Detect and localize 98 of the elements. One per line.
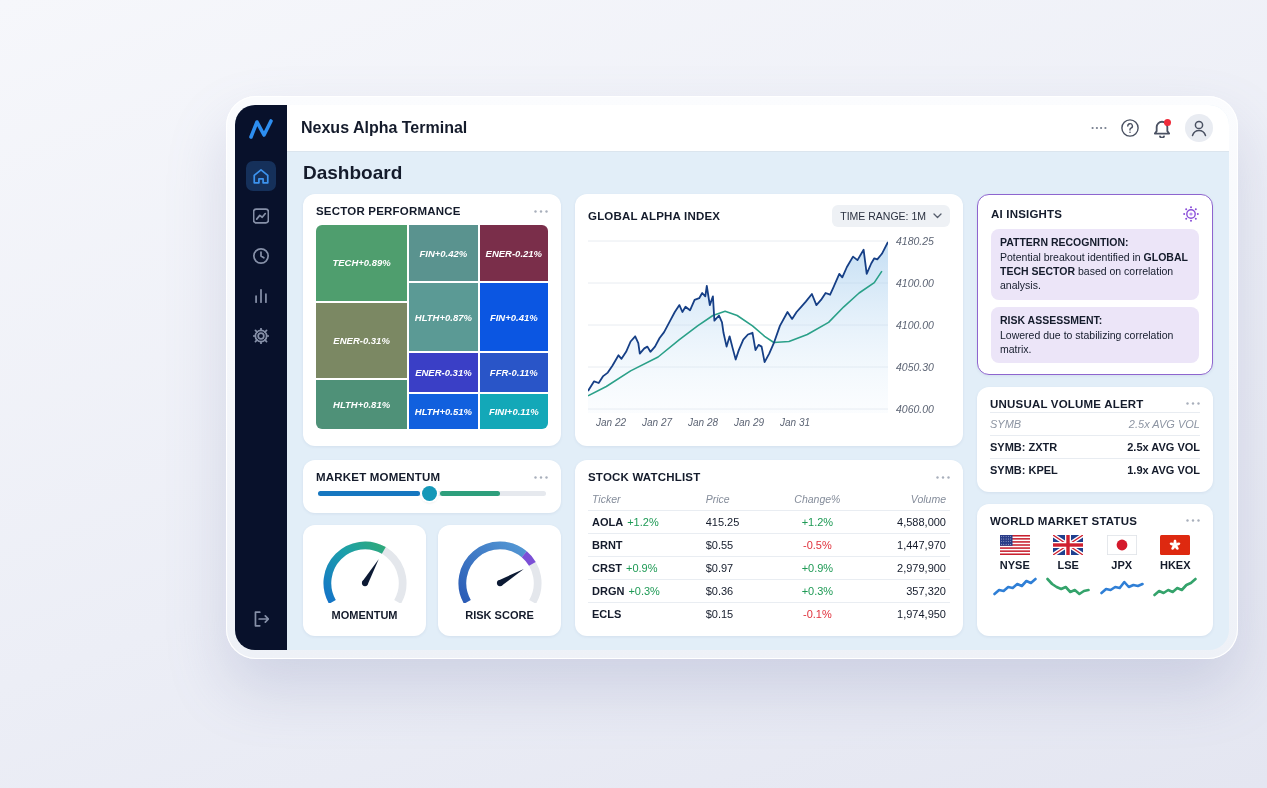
page-title: Dashboard — [303, 162, 404, 184]
sector-tile: ENER-0.21% — [479, 225, 548, 282]
insight-heading: PATTERN RECOGNITION: — [1000, 236, 1130, 248]
market-name: HKEX — [1159, 558, 1191, 571]
axis-label: 4100.00 — [896, 277, 934, 289]
sector-tile: TECH+0.89% — [316, 225, 408, 301]
table-cell: $0.15 — [705, 608, 734, 620]
chevron-down-icon — [933, 213, 942, 219]
app-title: Nexus Alpha Terminal — [301, 119, 468, 137]
card-title: GLOBAL ALPHA INDEX — [588, 210, 721, 222]
market-name: JPX — [1111, 558, 1133, 571]
table-cell: +1.2% — [801, 516, 834, 528]
table-cell: +0.9% — [801, 562, 834, 574]
more-button[interactable] — [1091, 126, 1107, 130]
column-header: Volume — [910, 493, 946, 505]
table-cell: 4,588,000 — [897, 516, 946, 528]
insight-text: Lowered due to stabilizing correlation matrix. — [1000, 327, 1175, 356]
card-title: SECTOR PERFORMANCE — [316, 205, 461, 217]
clock-icon — [253, 248, 269, 264]
axis-label: Jan 31 — [780, 417, 810, 428]
column-header: Ticker — [592, 493, 621, 505]
axis-label: Jan 22 — [596, 417, 626, 428]
logout-icon — [253, 611, 269, 627]
ticker-symbol: AOLA — [592, 516, 624, 528]
zigzag-logo-icon — [249, 119, 273, 139]
axis-label: 4050.30 — [896, 361, 934, 373]
notifications-button[interactable] — [1153, 118, 1171, 138]
ticker-change: +1.2% — [627, 516, 659, 528]
axis-label: Jan 29 — [734, 417, 764, 428]
table-cell: 2,979,900 — [897, 562, 946, 574]
uk-flag-icon — [1053, 534, 1084, 555]
help-button[interactable] — [1121, 119, 1139, 137]
user-icon — [1185, 114, 1213, 142]
gauge-label: MOMENTUM — [331, 608, 398, 621]
sector-tile: ENER-0.31% — [316, 302, 408, 379]
ticker-symbol: DRGN — [592, 585, 625, 597]
sector-tile: FIN+0.41% — [479, 283, 548, 352]
card-title: AI INSIGHTS — [991, 208, 1063, 220]
line-chart-icon — [253, 208, 269, 224]
slider-range-fill — [439, 491, 501, 496]
card-title: UNUSUAL VOLUME ALERT — [990, 397, 1144, 410]
bell-icon — [1153, 118, 1171, 138]
insight-heading: RISK ASSESSMENT: — [1000, 313, 1104, 326]
ticker-symbol: ECLS — [592, 608, 622, 620]
bar-chart-icon — [253, 288, 269, 304]
ticker-change: +0.9% — [625, 562, 658, 574]
axis-label: Jan 28 — [688, 417, 718, 428]
table-cell: +0.3% — [801, 585, 834, 597]
table-cell: -0.5% — [803, 539, 832, 551]
sector-tile: HLTH+0.51% — [409, 394, 478, 429]
table-cell: $0.97 — [705, 562, 734, 574]
nav-button[interactable] — [246, 161, 276, 191]
table-cell: 415.25 — [705, 516, 740, 528]
ticker-symbol: CRST — [592, 562, 622, 574]
market-name: NYSE — [999, 558, 1030, 571]
volume-multiple: 2.5x AVG VOL — [1127, 440, 1200, 453]
slider-thumb[interactable] — [422, 486, 438, 501]
hong-kong-flag-icon — [1160, 534, 1191, 555]
sector-tile: ENER-0.31% — [409, 353, 478, 393]
home-icon — [253, 168, 269, 184]
volume-multiple: 1.9x AVG VOL — [1127, 463, 1200, 476]
ticker-symbol: BRNT — [592, 539, 623, 551]
ticker-change: +0.3% — [628, 585, 660, 597]
sector-tile: HLTH+0.81% — [316, 380, 408, 429]
table-cell: $0.55 — [705, 539, 734, 551]
axis-label: 4180.25 — [896, 235, 934, 247]
profile-button[interactable] — [1185, 114, 1213, 142]
card-title: STOCK WATCHLIST — [588, 471, 701, 483]
table-cell: 1,447,970 — [897, 539, 946, 551]
column-header: Change% — [794, 493, 841, 505]
axis-label: 4100.00 — [896, 319, 934, 331]
help-icon — [1121, 119, 1139, 137]
symbol-label: SYMB: KPEL — [990, 463, 1058, 476]
sector-tile: HLTH+0.87% — [409, 283, 478, 352]
table-cell: -0.1% — [803, 608, 832, 620]
table-cell: 357,320 — [906, 585, 946, 597]
sun-icon — [1183, 206, 1199, 222]
table-cell: $0.36 — [705, 585, 734, 597]
axis-label: Jan 27 — [642, 417, 672, 428]
card-title: MARKET MOMENTUM — [316, 471, 441, 483]
symbol-label: SYMB: ZXTR — [990, 440, 1058, 453]
sector-tile: FIN+0.42% — [409, 225, 478, 282]
japan-flag-icon — [1106, 534, 1137, 555]
card-title: WORLD MARKET STATUS — [990, 514, 1138, 527]
axis-label: 4060.00 — [896, 403, 934, 415]
market-name: LSE — [1057, 558, 1079, 571]
us-flag-icon — [999, 534, 1030, 555]
sector-tile: FFR-0.11% — [479, 353, 548, 393]
symbol-label: SYMB — [990, 417, 1022, 430]
volume-multiple: 2.5x AVG VOL — [1128, 417, 1200, 430]
sector-tile: FINI+0.11% — [479, 394, 548, 429]
insight-text: Potential breakout identified in GLOBAL TECH SECTOR based on correlation analysis. — [1000, 250, 1189, 293]
time-range-dropdown[interactable]: TIME RANGE: 1M — [832, 205, 950, 227]
gauge-label: RISK SCORE — [465, 608, 534, 621]
more-icon — [1091, 126, 1107, 130]
column-header: Price — [705, 493, 730, 505]
gear-icon — [253, 328, 269, 344]
table-cell: 1,974,950 — [897, 608, 946, 620]
